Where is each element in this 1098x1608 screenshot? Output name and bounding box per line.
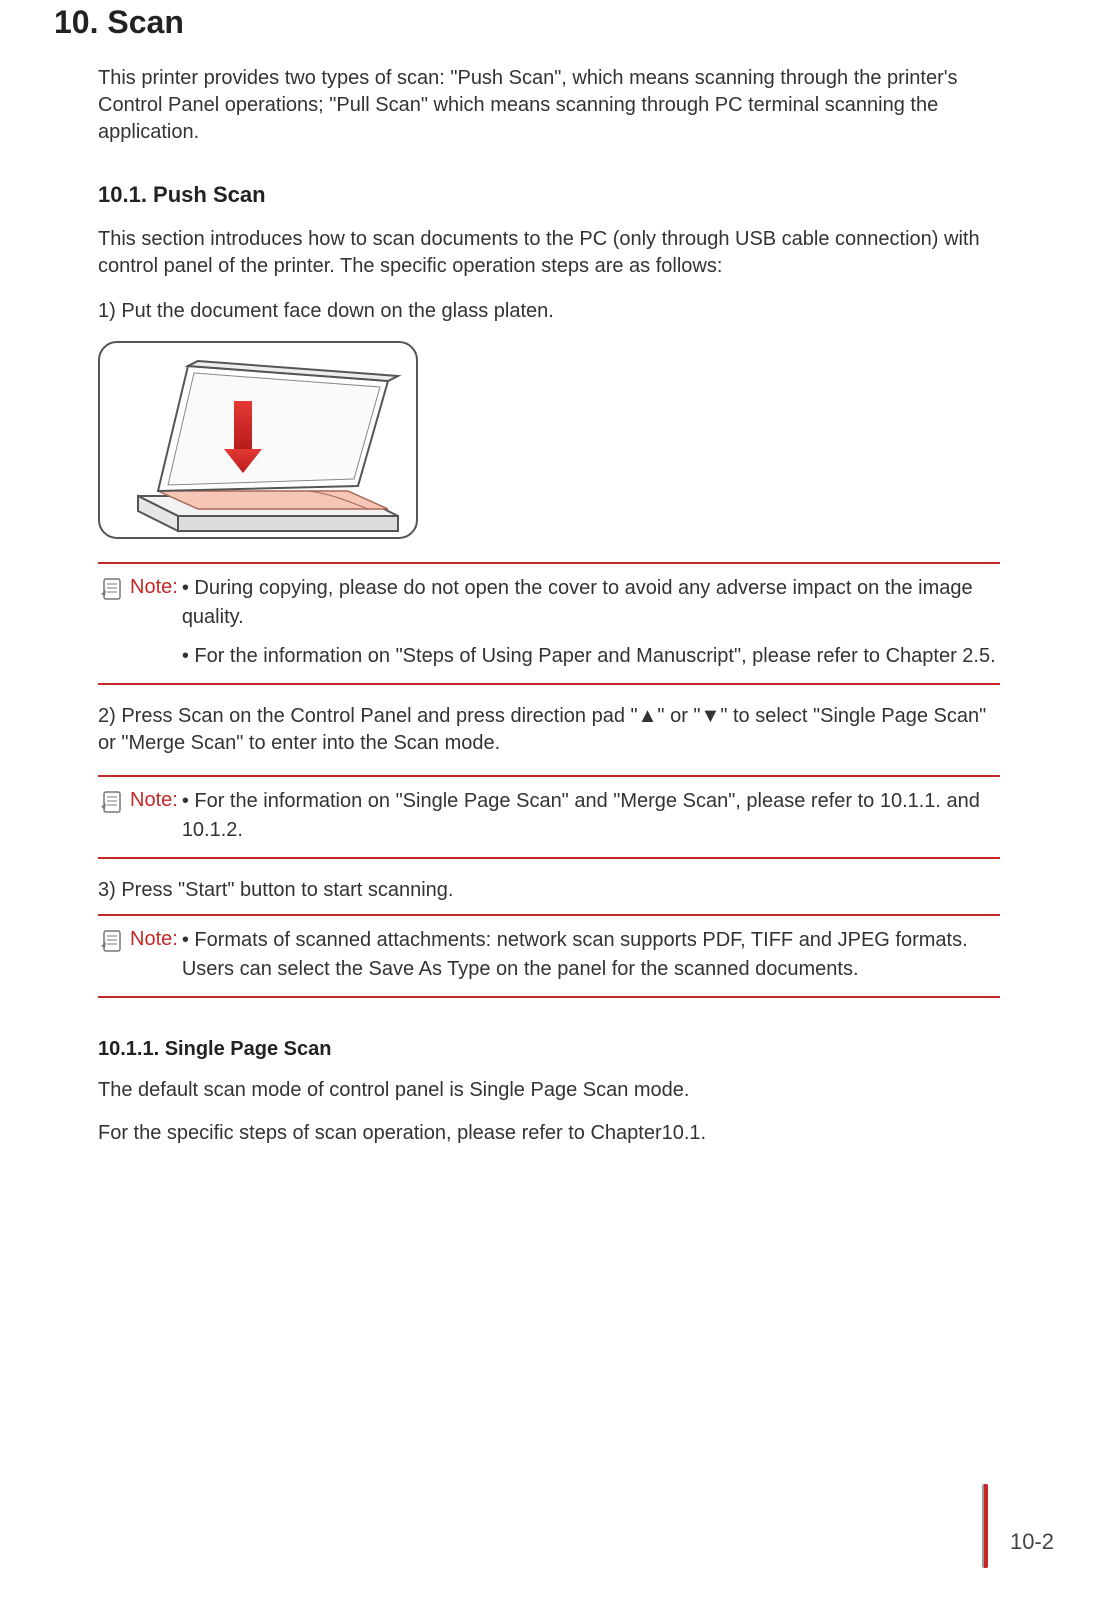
note-icon xyxy=(98,576,126,604)
section-10-1-title: 10.1. Push Scan xyxy=(98,182,1000,208)
section-10-1-1-para2: For the specific steps of scan operation… xyxy=(98,1120,1000,1147)
note2-line1: • For the information on "Single Page Sc… xyxy=(182,790,980,841)
chapter-title: 10. Scan xyxy=(54,0,1000,41)
note-block-1: Note: • During copying, please do not op… xyxy=(98,562,1000,685)
page-footer: 10-2 xyxy=(982,1516,1054,1568)
section-10-1-1-title: 10.1.1. Single Page Scan xyxy=(98,1038,1000,1061)
chapter-intro: This printer provides two types of scan:… xyxy=(98,65,1000,146)
note-body: • For the information on "Single Page Sc… xyxy=(182,787,1000,845)
note-label: Note: xyxy=(130,928,178,951)
note-body: • Formats of scanned attachments: networ… xyxy=(182,926,1000,984)
step-1: 1) Put the document face down on the gla… xyxy=(98,298,1000,325)
step-3: 3) Press "Start" button to start scannin… xyxy=(98,877,1000,904)
note3-line1: • Formats of scanned attachments: networ… xyxy=(182,929,968,980)
note-block-2: Note: • For the information on "Single P… xyxy=(98,775,1000,859)
scanner-open-lid-icon xyxy=(98,341,418,539)
page: 10. Scan This printer provides two types… xyxy=(0,0,1098,1608)
note-icon xyxy=(98,789,126,817)
note-label: Note: xyxy=(130,576,178,599)
note-icon xyxy=(98,928,126,956)
note1-line1: • During copying, please do not open the… xyxy=(182,577,973,628)
note-block-3: Note: • Formats of scanned attachments: … xyxy=(98,914,1000,998)
note-label: Note: xyxy=(130,789,178,812)
page-number: 10-2 xyxy=(1010,1529,1054,1555)
section-10-1-1-para1: The default scan mode of control panel i… xyxy=(98,1077,1000,1104)
step-2: 2) Press Scan on the Control Panel and p… xyxy=(98,703,1000,757)
section-10-1-intro: This section introduces how to scan docu… xyxy=(98,226,1000,280)
footer-accent-bar xyxy=(982,1484,988,1568)
note1-line2: • For the information on "Steps of Using… xyxy=(182,642,1000,671)
note-body: • During copying, please do not open the… xyxy=(182,574,1000,671)
scanner-illustration xyxy=(98,341,1000,544)
